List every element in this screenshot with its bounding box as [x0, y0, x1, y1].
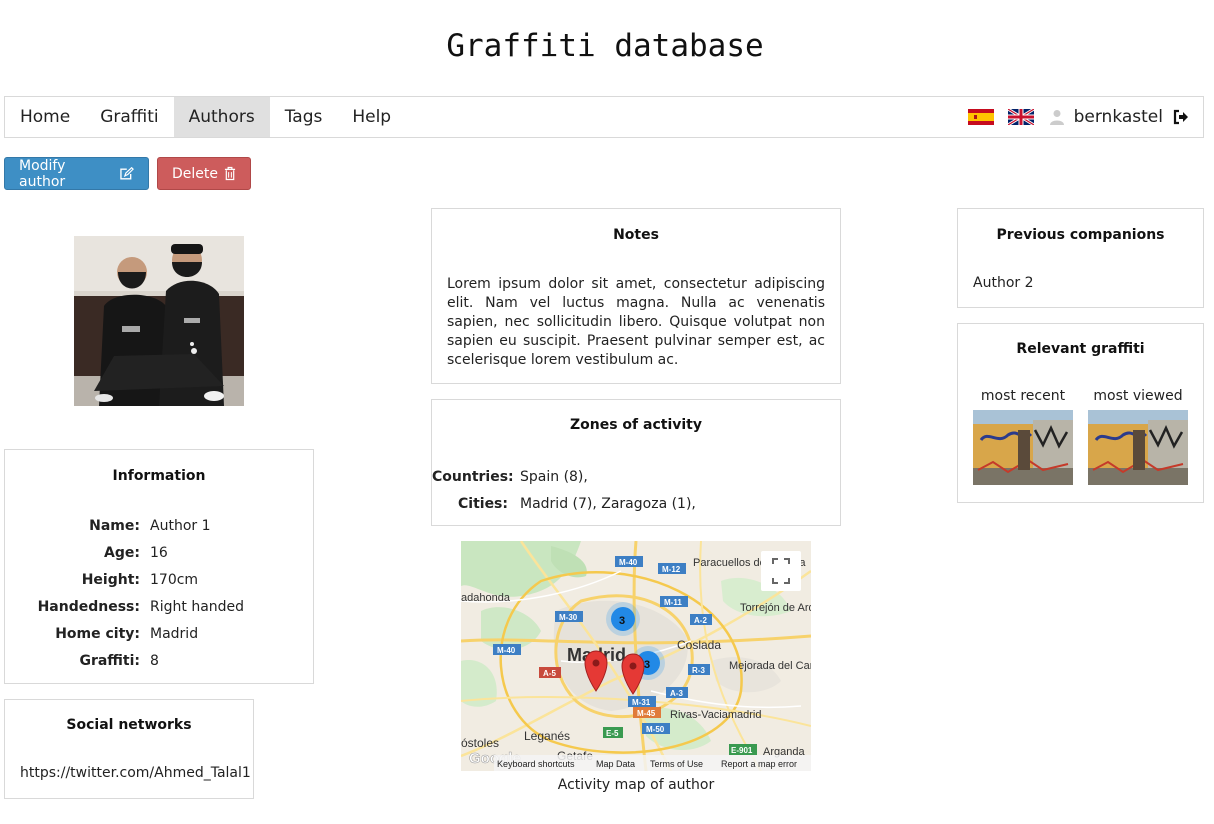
nav-help[interactable]: Help — [337, 97, 406, 137]
map-label-mostoles: óstoles — [461, 736, 499, 750]
site-title: Graffiti database — [446, 28, 764, 64]
info-key: Graffiti: — [79, 652, 140, 669]
author-photo — [74, 236, 244, 406]
most-recent-column: most recent — [973, 388, 1073, 485]
map-terms-link[interactable]: Terms of Use — [650, 759, 703, 769]
notes-title: Notes — [613, 227, 659, 243]
spain-flag-icon[interactable] — [967, 109, 994, 125]
activity-map[interactable]: M-40 M-12 M-11 M-30 M-40 A-5 A-2 R-3 A-3… — [461, 541, 811, 771]
zones-title: Zones of activity — [569, 417, 702, 433]
road-label: E-901 — [731, 746, 753, 755]
map-label-coslada: Coslada — [677, 638, 721, 652]
nav-right: bernkastel — [967, 97, 1203, 137]
map-label-rivas: Rivas-Vaciamadrid — [670, 709, 762, 721]
delete-label: Delete — [172, 165, 218, 182]
road-label: A-2 — [694, 616, 707, 625]
info-value: 16 — [150, 544, 168, 561]
nav-tags[interactable]: Tags — [270, 97, 338, 137]
map-report-link[interactable]: Report a map error — [721, 759, 797, 769]
most-viewed-column: most viewed — [1088, 388, 1188, 485]
modify-author-button[interactable]: Modify author — [4, 157, 149, 190]
svg-text:3: 3 — [619, 615, 625, 627]
relevant-graffiti-title: Relevant graffiti — [1016, 341, 1145, 357]
road-label: M-40 — [497, 646, 516, 655]
notes-text: Lorem ipsum dolor sit amet, consectetur … — [447, 276, 825, 368]
map-label-leganes: Leganés — [524, 729, 570, 743]
road-label: R-3 — [692, 666, 705, 675]
nav-authors[interactable]: Authors — [173, 97, 270, 137]
uk-flag-icon[interactable] — [1007, 109, 1034, 125]
nav-graffiti[interactable]: Graffiti — [85, 97, 173, 137]
social-networks-title: Social networks — [66, 717, 192, 733]
zones-row-countries: Countries: Spain (8), — [432, 463, 840, 490]
map-label-adahonda: adahonda — [461, 592, 511, 604]
road-label: M-45 — [637, 709, 656, 718]
road-label: M-30 — [559, 613, 578, 622]
info-row-graffiti: Graffiti: 8 — [5, 647, 313, 674]
info-row-age: Age: 16 — [5, 539, 313, 566]
edit-icon — [120, 166, 134, 180]
most-viewed-label: most viewed — [1093, 388, 1183, 404]
map-label-mejorada: Mejorada del Campo — [729, 660, 811, 672]
user-icon — [1049, 110, 1064, 125]
countries-value: Spain (8), — [520, 468, 588, 485]
cities-label: Cities: — [458, 495, 508, 512]
road-label: M-50 — [646, 725, 665, 734]
information-panel: Information Name: Author 1 Age: 16 Heigh… — [4, 449, 314, 684]
road-label: M-40 — [619, 558, 638, 567]
road-label: M-31 — [632, 698, 651, 707]
cluster-marker[interactable]: 3 — [606, 602, 640, 636]
map-keyboard-shortcuts[interactable]: Keyboard shortcuts — [497, 759, 575, 769]
information-table: Name: Author 1 Age: 16 Height: 170cm Han… — [5, 512, 313, 674]
information-title: Information — [112, 468, 206, 484]
companions-title: Previous companions — [996, 227, 1165, 243]
info-value: Madrid — [150, 625, 199, 642]
svg-text:3: 3 — [644, 659, 650, 671]
info-row-name: Name: Author 1 — [5, 512, 313, 539]
info-key: Home city: — [55, 625, 140, 642]
map-label-torrejon: Torrejón de Ardoz — [740, 602, 811, 614]
companion-link[interactable]: Author 2 — [958, 275, 1203, 291]
road-label: M-11 — [664, 598, 682, 607]
most-recent-graffiti-thumbnail[interactable] — [973, 410, 1073, 485]
username[interactable]: bernkastel — [1074, 107, 1163, 127]
modify-author-label: Modify author — [19, 157, 66, 190]
cities-value: Madrid (7), Zaragoza (1), — [520, 495, 696, 512]
zones-panel: Zones of activity Countries: Spain (8), … — [431, 399, 841, 526]
nav-home[interactable]: Home — [5, 97, 85, 137]
road-label: M-12 — [662, 565, 681, 574]
info-row-home-city: Home city: Madrid — [5, 620, 313, 647]
social-networks-panel: Social networks https://twitter.com/Ahme… — [4, 699, 254, 799]
map-fullscreen-button[interactable] — [761, 551, 801, 591]
info-value: Author 1 — [150, 517, 211, 534]
road-label: E-5 — [606, 729, 619, 738]
main-navbar: Home Graffiti Authors Tags Help bernkast… — [4, 96, 1204, 138]
notes-panel: Notes Lorem ipsum dolor sit amet, consec… — [431, 208, 841, 384]
trash-icon — [224, 166, 236, 181]
delete-author-button[interactable]: Delete — [157, 157, 251, 190]
most-viewed-graffiti-thumbnail[interactable] — [1088, 410, 1188, 485]
info-key: Age: — [104, 544, 140, 561]
relevant-graffiti-panel: Relevant graffiti most recent most viewe… — [957, 323, 1204, 503]
info-value: 8 — [150, 652, 159, 669]
map-caption: Activity map of author — [557, 777, 715, 793]
zones-row-cities: Cities: Madrid (7), Zaragoza (1), — [432, 490, 840, 517]
logout-icon[interactable] — [1173, 109, 1189, 125]
road-label: A-5 — [543, 669, 556, 678]
info-row-handedness: Handedness: Right handed — [5, 593, 313, 620]
most-recent-label: most recent — [980, 388, 1066, 404]
info-value: Right handed — [150, 598, 245, 615]
info-value: 170cm — [150, 571, 199, 588]
road-label: A-3 — [670, 689, 683, 698]
social-link[interactable]: https://twitter.com/Ahmed_Talal1 — [5, 765, 253, 781]
companions-panel: Previous companions Author 2 — [957, 208, 1204, 308]
map-data-link[interactable]: Map Data — [596, 759, 635, 769]
zones-table: Countries: Spain (8), Cities: Madrid (7)… — [432, 463, 840, 517]
countries-label: Countries: — [432, 468, 514, 485]
info-key: Handedness: — [37, 598, 140, 615]
info-key: Height: — [81, 571, 140, 588]
info-key: Name: — [89, 517, 140, 534]
info-row-height: Height: 170cm — [5, 566, 313, 593]
relevant-graffiti-grid: most recent most viewed — [958, 388, 1203, 485]
